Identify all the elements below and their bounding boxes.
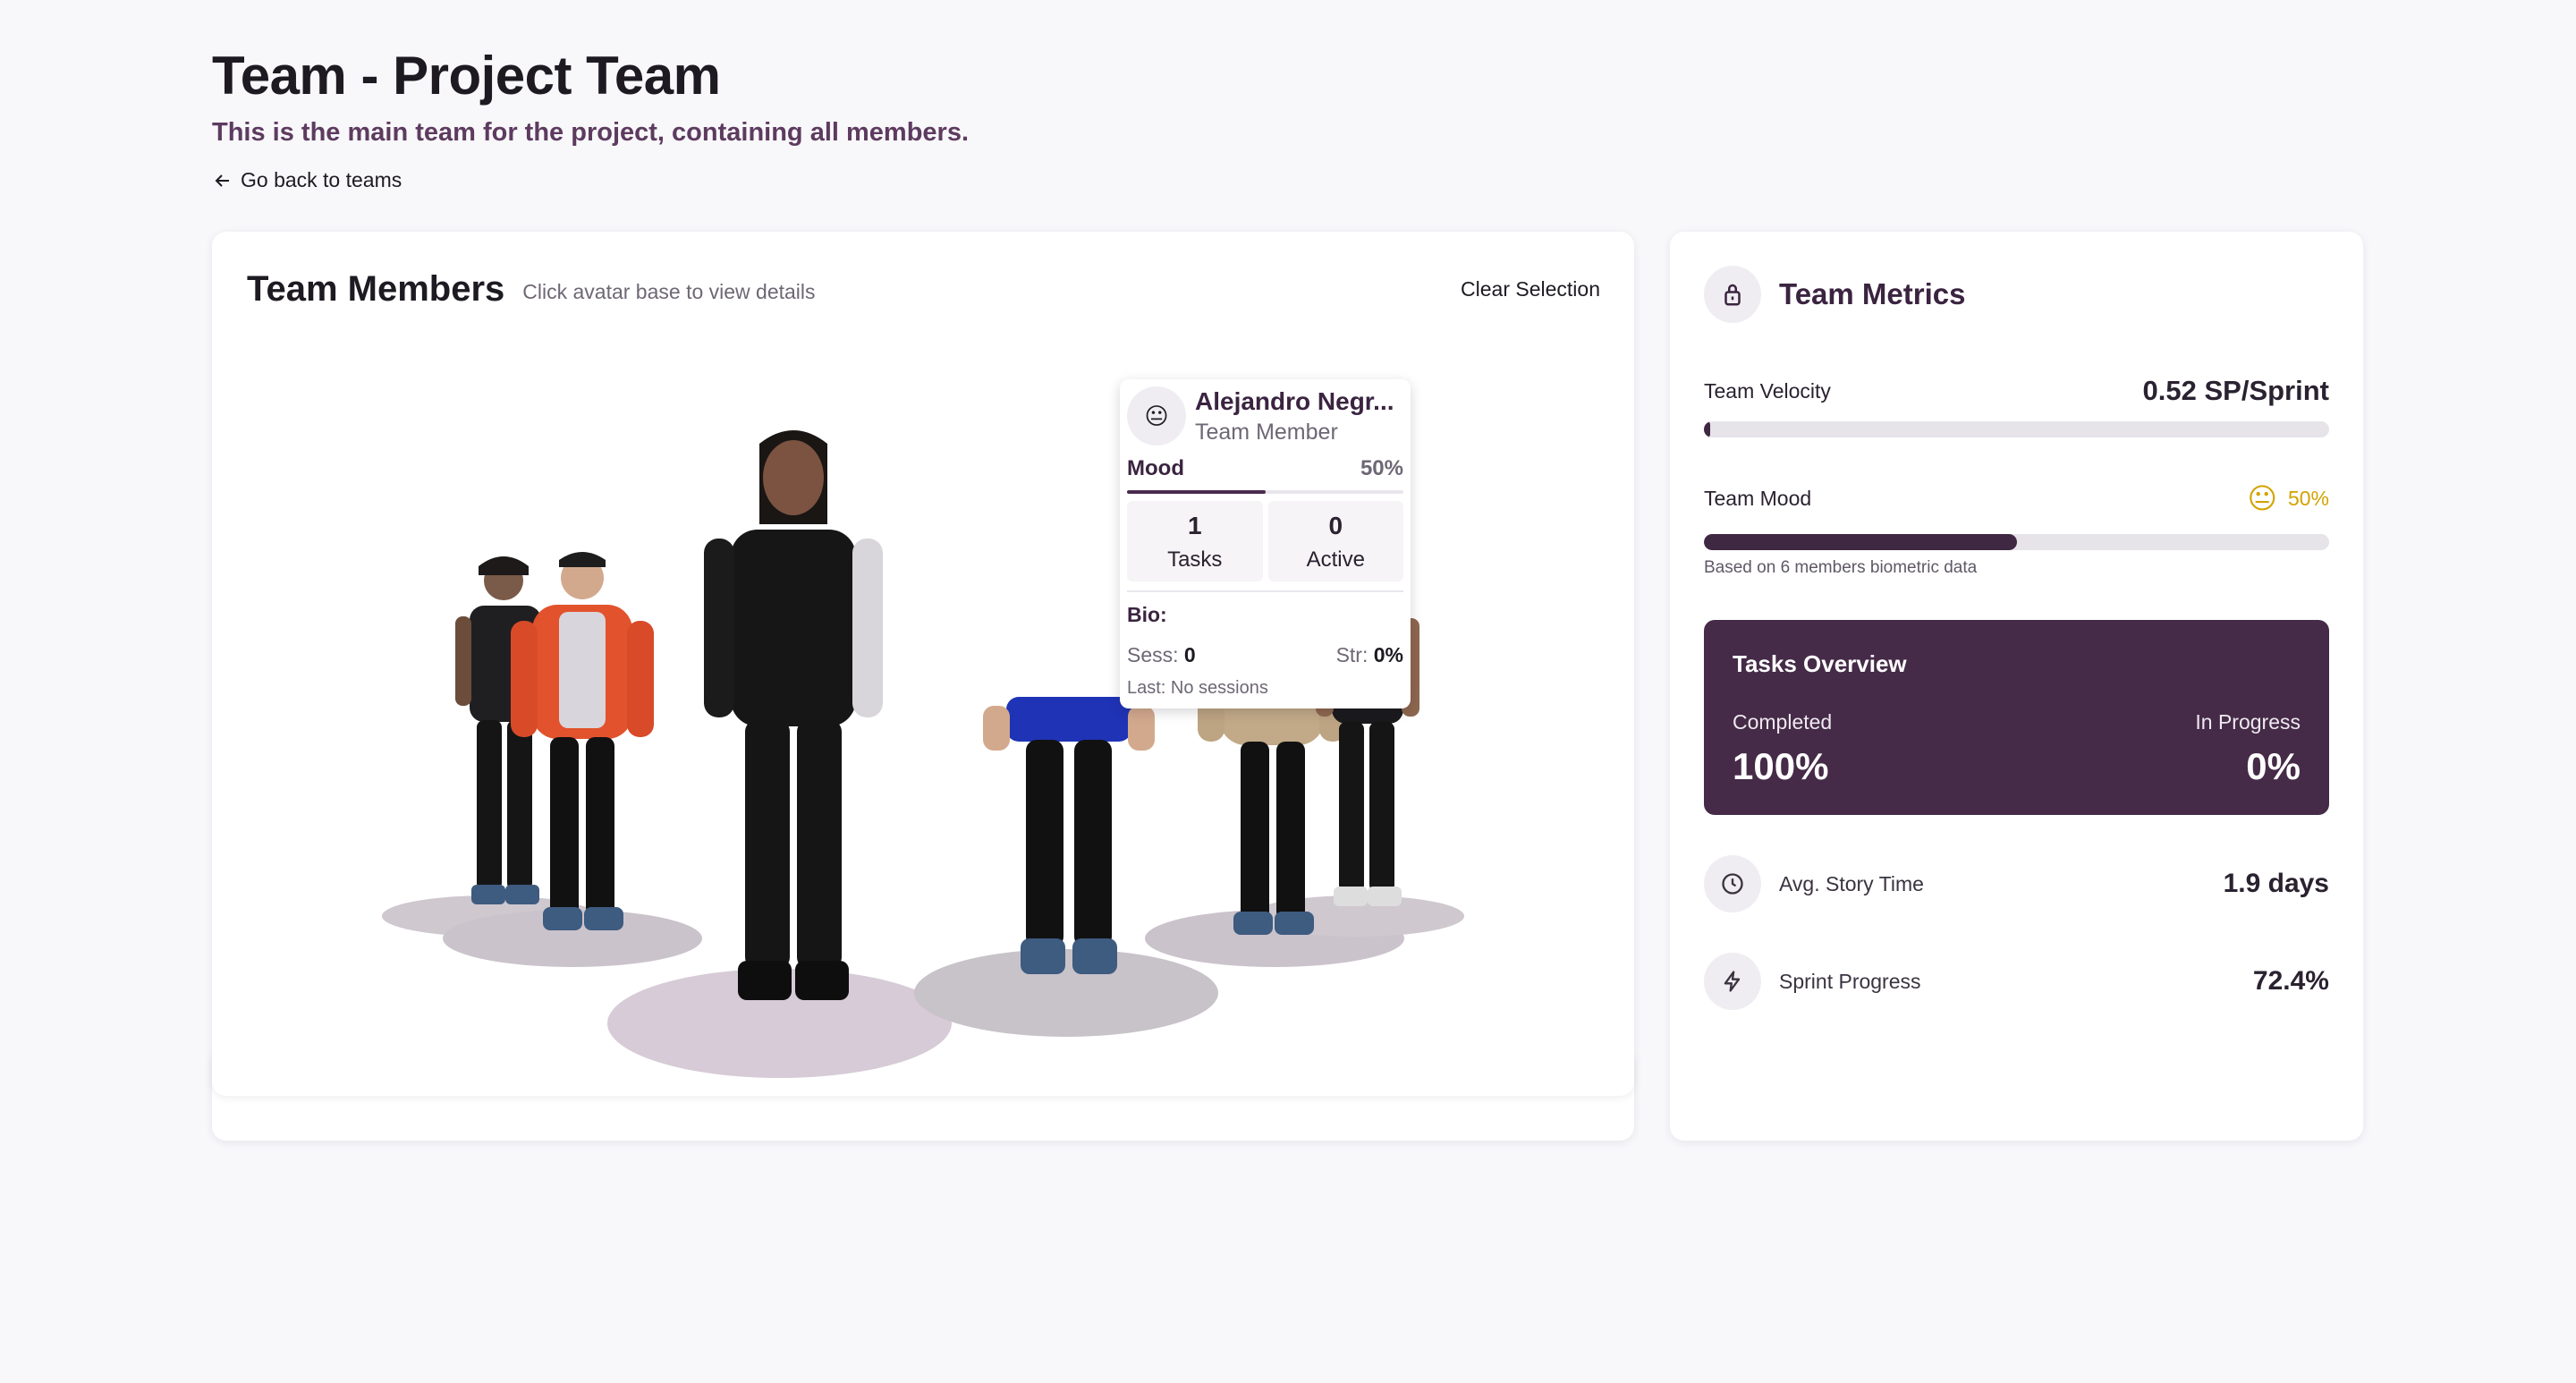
neutral-face-icon: 😐 [2247, 482, 2277, 514]
team-mood-value: 50% [2287, 486, 2329, 510]
popup-bio-row: Sess: 0 Str: 0% [1127, 643, 1403, 667]
popup-member-role: Team Member [1195, 419, 1338, 445]
team-metrics-panel: Team Metrics Team Velocity 0.52 SP/Sprin… [1670, 232, 2363, 1141]
popup-active-label: Active [1306, 547, 1365, 572]
sprint-progress-label: Sprint Progress [1779, 969, 1921, 993]
in-progress-value: 0% [2246, 745, 2301, 787]
member-detail-popup: 😐 Alejandro Negr... Team Member Mood 50%… [1120, 379, 1411, 708]
popup-bio-title: Bio: [1127, 603, 1167, 626]
avatar-figure-3 [704, 430, 883, 1000]
avatar-stage [212, 366, 1634, 1096]
neutral-face-icon: 😐 [1127, 386, 1186, 445]
popup-divider [1127, 590, 1403, 592]
team-members-panel: Team Members Click avatar base to view d… [212, 232, 1634, 1096]
metrics-title: Team Metrics [1779, 277, 1966, 310]
mood-row: Team Mood 😐 50% [1704, 484, 2329, 513]
popup-mood-row: Mood 50% [1127, 456, 1403, 481]
lightning-icon [1704, 953, 1761, 1010]
popup-mood-bar [1127, 490, 1403, 494]
back-to-teams-link[interactable]: Go back to teams [212, 168, 402, 192]
popup-stress: Str: 0% [1336, 643, 1403, 667]
popup-mood-label: Mood [1127, 456, 1184, 480]
arrow-left-icon [215, 174, 229, 187]
mood-bar [1704, 534, 2329, 550]
popup-last-session: Last: No sessions [1127, 678, 1268, 698]
popup-member-name: Alejandro Negr... [1195, 386, 1394, 415]
popup-active-stat: 0 Active [1267, 501, 1403, 581]
back-link-label: Go back to teams [241, 168, 402, 191]
popup-stats: 1 Tasks 0 Active [1127, 501, 1403, 581]
velocity-value: 0.52 SP/Sprint [2142, 375, 2329, 406]
completed-value: 100% [1733, 745, 1829, 787]
popup-tasks-count: 1 [1187, 512, 1202, 539]
popup-sessions-value: 0 [1183, 643, 1196, 666]
popup-tasks-stat: 1 Tasks [1127, 501, 1263, 581]
mood-bar-fill [1704, 534, 2017, 550]
velocity-bar-fill [1704, 421, 1710, 437]
members-header: Team Members Click avatar base to view d… [247, 269, 1600, 310]
team-mood-value-group: 😐 50% [2248, 484, 2329, 513]
clear-selection-button[interactable]: Clear Selection [1461, 277, 1600, 301]
metrics-header: Team Metrics [1704, 266, 1965, 323]
tasks-overview-values: Completed 100% In Progress 0% [1733, 710, 2301, 788]
popup-stress-value: 0% [1373, 643, 1403, 666]
members-title: Team Members [247, 269, 505, 309]
velocity-row: Team Velocity 0.52 SP/Sprint [1704, 375, 2329, 407]
tasks-overview: Tasks Overview Completed 100% In Progres… [1704, 620, 2329, 815]
story-time-row: Avg. Story Time 1.9 days [1704, 855, 2329, 912]
story-time-value: 1.9 days [2223, 869, 2329, 898]
in-progress-label: In Progress [2195, 710, 2301, 734]
avatar-figure-4 [983, 697, 1155, 974]
popup-mood-fill [1127, 490, 1266, 494]
popup-tasks-label: Tasks [1167, 547, 1223, 572]
page-title: Team - Project Team [212, 46, 721, 106]
mood-note: Based on 6 members biometric data [1704, 558, 1978, 577]
popup-header: 😐 Alejandro Negr... Team Member [1127, 386, 1403, 445]
page-subtitle: This is the main team for the project, c… [212, 118, 970, 147]
lock-icon [1724, 284, 1741, 306]
story-time-label: Avg. Story Time [1779, 871, 1924, 895]
completed-label: Completed [1733, 710, 1833, 734]
velocity-bar [1704, 421, 2329, 437]
popup-sessions-label: Sess: [1127, 643, 1179, 666]
avatar-figure-2 [511, 552, 654, 930]
tasks-overview-title: Tasks Overview [1733, 650, 1907, 677]
popup-active-count: 0 [1328, 512, 1343, 539]
members-hint: Click avatar base to view details [522, 280, 816, 303]
sprint-progress-row: Sprint Progress 72.4% [1704, 953, 2329, 1010]
popup-mood-value: 50% [1360, 456, 1403, 480]
in-progress-group: In Progress 0% [2195, 710, 2301, 788]
clock-icon [1704, 855, 1761, 912]
popup-stress-label: Str: [1335, 643, 1368, 666]
completed-group: Completed 100% [1733, 710, 1832, 788]
velocity-label: Team Velocity [1704, 378, 1831, 403]
metrics-header-icon [1704, 266, 1761, 323]
team-mood-label: Team Mood [1704, 486, 1812, 510]
sprint-progress-value: 72.4% [2252, 966, 2329, 996]
popup-sessions: Sess: 0 [1127, 643, 1196, 667]
